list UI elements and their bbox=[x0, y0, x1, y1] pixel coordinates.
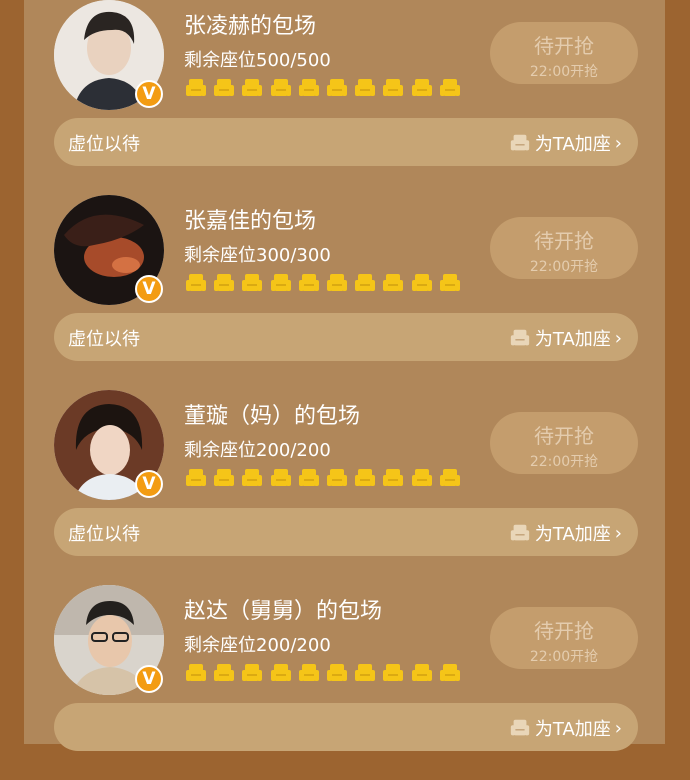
sofa-icon bbox=[410, 76, 434, 100]
room-card: V 赵达（舅舅）的包场 剩余座位200/200 待开抢 22:00开抢 为TA加… bbox=[24, 585, 665, 780]
sofa-icon bbox=[269, 466, 293, 490]
sofa-icon bbox=[410, 466, 434, 490]
sofa-icon bbox=[410, 661, 434, 685]
sofa-icon bbox=[438, 466, 462, 490]
seats-remaining: 剩余座位300/300 bbox=[184, 245, 331, 266]
sofa-icon bbox=[438, 271, 462, 295]
vacancy-bar: 虚位以待 为TA加座 › bbox=[54, 313, 638, 361]
sofa-icon bbox=[269, 661, 293, 685]
grab-button-label: 待开抢 bbox=[534, 619, 594, 643]
add-seat-label: 为TA加座 bbox=[534, 524, 611, 545]
room-title: 张嘉佳的包场 bbox=[184, 209, 317, 234]
add-seat-button[interactable]: 为TA加座 › bbox=[509, 325, 622, 351]
sofa-icon bbox=[509, 522, 531, 544]
sofa-icon bbox=[509, 717, 531, 739]
sofa-icon bbox=[269, 76, 293, 100]
grab-button[interactable]: 待开抢 22:00开抢 bbox=[490, 22, 638, 84]
sofa-icon bbox=[184, 661, 208, 685]
vacancy-text: 虚位以待 bbox=[68, 524, 140, 545]
sofa-icon bbox=[212, 466, 236, 490]
chevron-right-icon: › bbox=[614, 132, 622, 154]
sofa-icon bbox=[325, 661, 349, 685]
sofa-icon bbox=[184, 466, 208, 490]
add-seat-button[interactable]: 为TA加座 › bbox=[509, 130, 622, 156]
add-seat-label: 为TA加座 bbox=[534, 329, 611, 350]
sofa-icon bbox=[353, 466, 377, 490]
grab-time: 22:00开抢 bbox=[529, 64, 599, 80]
sofa-icon bbox=[509, 327, 531, 349]
grab-button-label: 待开抢 bbox=[534, 229, 594, 253]
grab-button-label: 待开抢 bbox=[534, 424, 594, 448]
add-seat-button[interactable]: 为TA加座 › bbox=[509, 520, 622, 546]
room-card: V 张凌赫的包场 剩余座位500/500 待开抢 22:00开抢 虚位以待 为T… bbox=[24, 0, 665, 195]
grab-button[interactable]: 待开抢 22:00开抢 bbox=[490, 607, 638, 669]
verified-badge-icon: V bbox=[135, 470, 163, 498]
sofa-icon bbox=[297, 271, 321, 295]
room-card: V 董璇（妈）的包场 剩余座位200/200 待开抢 22:00开抢 虚位以待 … bbox=[24, 390, 665, 585]
seats-remaining: 剩余座位500/500 bbox=[184, 50, 331, 71]
vacancy-text: 虚位以待 bbox=[68, 329, 140, 350]
room-card: V 张嘉佳的包场 剩余座位300/300 待开抢 22:00开抢 虚位以待 为T… bbox=[24, 195, 665, 390]
sofa-icon bbox=[381, 271, 405, 295]
vacancy-text: 虚位以待 bbox=[68, 134, 140, 155]
sofa-icon bbox=[297, 466, 321, 490]
rooms-panel: V 张凌赫的包场 剩余座位500/500 待开抢 22:00开抢 虚位以待 为T… bbox=[24, 0, 665, 751]
sofa-icon bbox=[353, 271, 377, 295]
verified-badge-icon: V bbox=[135, 80, 163, 108]
room-title: 赵达（舅舅）的包场 bbox=[184, 599, 383, 624]
sofa-icon bbox=[212, 271, 236, 295]
seats-remaining: 剩余座位200/200 bbox=[184, 440, 331, 461]
room-title: 张凌赫的包场 bbox=[184, 14, 317, 39]
grab-time: 22:00开抢 bbox=[529, 649, 599, 665]
sofa-icon bbox=[381, 466, 405, 490]
sofa-icon bbox=[438, 76, 462, 100]
sofa-icon bbox=[381, 661, 405, 685]
sofa-icon bbox=[353, 76, 377, 100]
add-seat-label: 为TA加座 bbox=[534, 719, 611, 740]
room-title: 董璇（妈）的包场 bbox=[184, 404, 361, 429]
sofa-icon bbox=[297, 76, 321, 100]
sofa-icon bbox=[438, 661, 462, 685]
verified-badge-icon: V bbox=[135, 275, 163, 303]
sofa-icon bbox=[353, 661, 377, 685]
sofa-icon bbox=[269, 271, 293, 295]
chevron-right-icon: › bbox=[614, 522, 622, 544]
sofa-icon bbox=[240, 466, 264, 490]
sofa-icon bbox=[325, 271, 349, 295]
chevron-right-icon: › bbox=[614, 717, 622, 739]
sofa-icon bbox=[297, 661, 321, 685]
grab-button[interactable]: 待开抢 22:00开抢 bbox=[490, 217, 638, 279]
sofa-icon bbox=[212, 661, 236, 685]
seats-remaining: 剩余座位200/200 bbox=[184, 635, 331, 656]
chevron-right-icon: › bbox=[614, 327, 622, 349]
sofa-icon bbox=[184, 271, 208, 295]
sofa-icon bbox=[325, 76, 349, 100]
vacancy-bar: 虚位以待 为TA加座 › bbox=[54, 508, 638, 556]
sofa-icon bbox=[240, 661, 264, 685]
grab-time: 22:00开抢 bbox=[529, 259, 599, 275]
sofa-icon bbox=[410, 271, 434, 295]
add-seat-label: 为TA加座 bbox=[534, 134, 611, 155]
grab-button[interactable]: 待开抢 22:00开抢 bbox=[490, 412, 638, 474]
sofa-icon bbox=[509, 132, 531, 154]
add-seat-button[interactable]: 为TA加座 › bbox=[509, 715, 622, 741]
verified-badge-icon: V bbox=[135, 665, 163, 693]
grab-button-label: 待开抢 bbox=[534, 34, 594, 58]
sofa-icon bbox=[240, 76, 264, 100]
sofa-icon bbox=[212, 76, 236, 100]
sofa-icon bbox=[184, 76, 208, 100]
sofa-icon bbox=[381, 76, 405, 100]
sofa-icon bbox=[240, 271, 264, 295]
vacancy-bar: 虚位以待 为TA加座 › bbox=[54, 118, 638, 166]
grab-time: 22:00开抢 bbox=[529, 454, 599, 470]
sofa-icon bbox=[325, 466, 349, 490]
